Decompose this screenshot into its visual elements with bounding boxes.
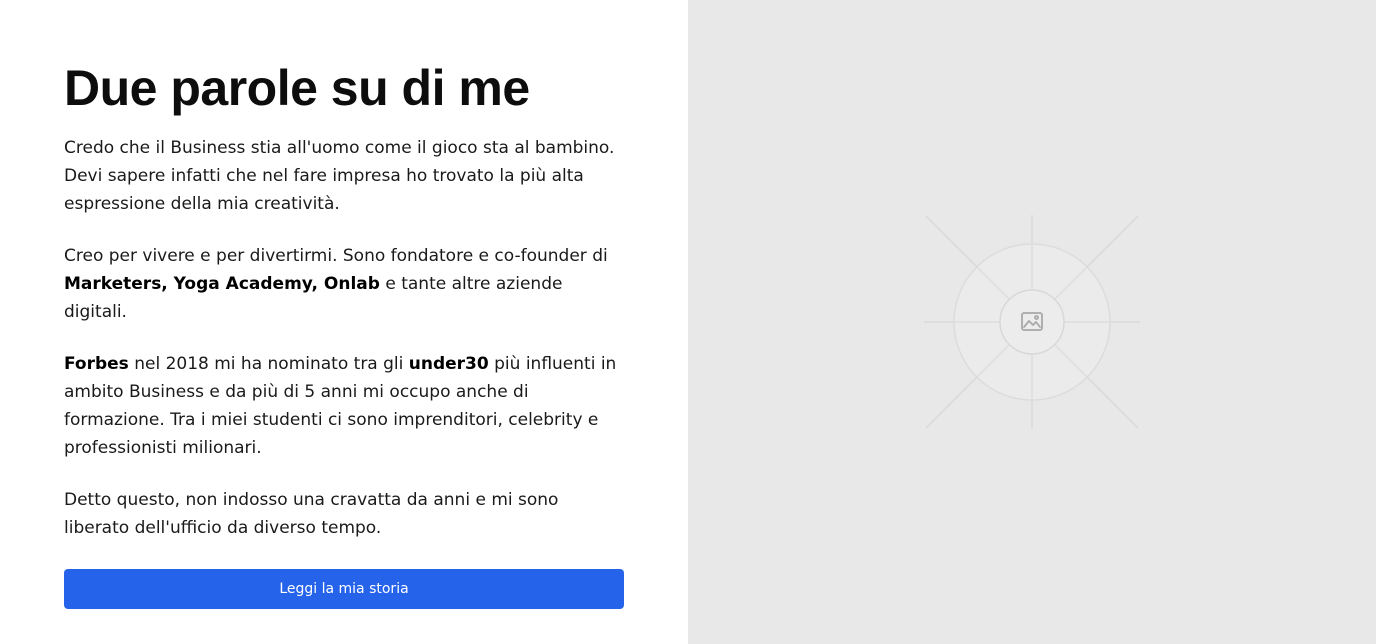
companies-highlight: Marketers, Yoga Academy, Onlab	[64, 274, 380, 294]
page: Due parole su di me Credo che il Busines…	[0, 0, 1376, 644]
paragraph-companies: Creo per vivere e per divertirmi. Sono f…	[64, 242, 629, 326]
paragraph-text: nel 2018 mi ha nominato tra gli	[128, 354, 409, 374]
read-story-button[interactable]: Leggi la mia storia	[64, 569, 624, 609]
paragraph-intro: Credo che il Business stia all'uomo come…	[64, 138, 615, 214]
image-placeholder	[688, 0, 1376, 644]
under30-highlight: under30	[408, 354, 489, 374]
placeholder-inner-circle	[999, 289, 1065, 355]
section-heading: Due parole su di me	[64, 60, 530, 116]
about-section: Due parole su di me Credo che il Busines…	[0, 0, 688, 644]
placeholder-graphic	[924, 215, 1140, 429]
paragraph-forbes: Forbes nel 2018 mi ha nominato tra gli u…	[64, 350, 629, 462]
paragraph-closing: Detto questo, non indosso una cravatta d…	[64, 490, 559, 538]
forbes-highlight: Forbes	[64, 354, 129, 374]
paragraph-text: Creo per vivere e per divertirmi. Sono f…	[64, 246, 608, 266]
